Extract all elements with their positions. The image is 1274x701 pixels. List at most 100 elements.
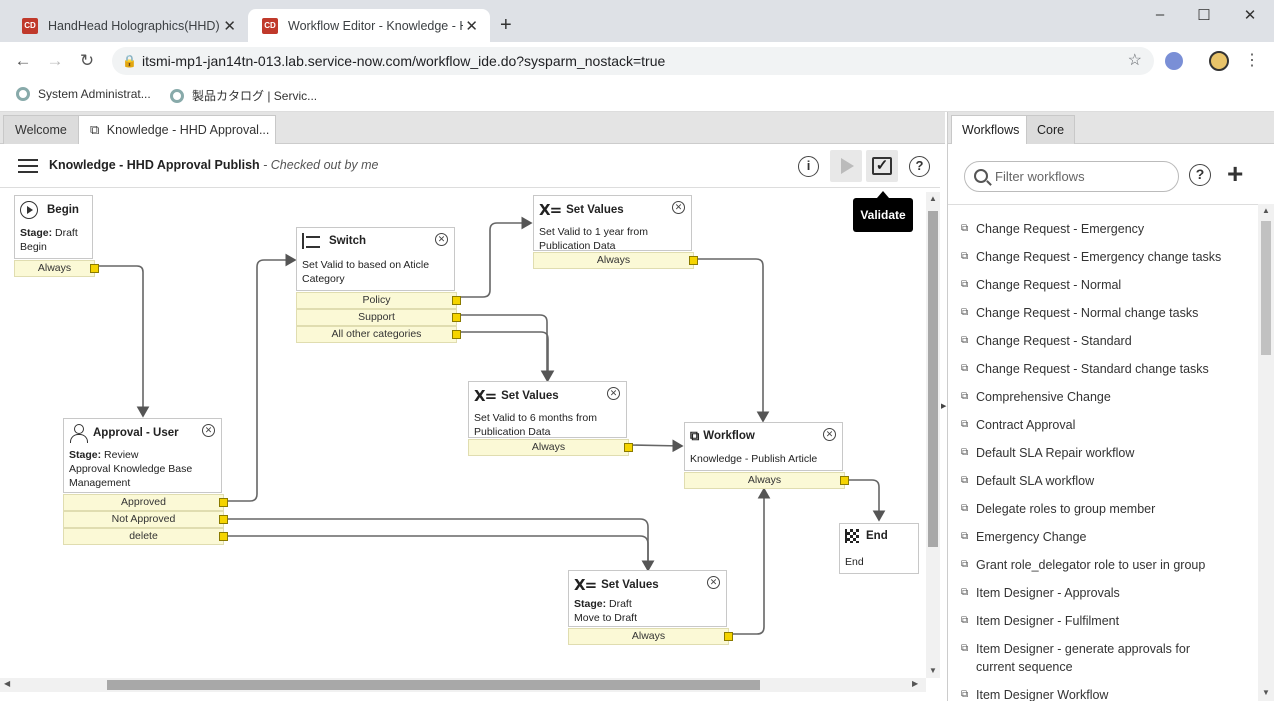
list-item[interactable]: ⧉ Change Request - Standard — [961, 332, 1231, 350]
bookmark-star-icon[interactable]: ☆ — [1128, 47, 1142, 75]
exit-port[interactable] — [219, 532, 228, 541]
list-item[interactable]: ⧉ Comprehensive Change — [961, 388, 1231, 406]
exit-port[interactable] — [452, 330, 461, 339]
exit-port[interactable] — [452, 296, 461, 305]
close-activity-icon[interactable]: ✕ — [435, 233, 448, 246]
browser-tab-workflow-editor[interactable]: CD Workflow Editor - Knowledge - HHD App… — [248, 9, 490, 42]
info-button[interactable]: i — [798, 156, 819, 177]
activity-switch[interactable]: Switch ✕ Set Valid to based on Aticle Ca… — [296, 227, 461, 343]
run-button[interactable] — [830, 150, 862, 182]
scrollbar-thumb[interactable] — [928, 211, 938, 547]
transition-notapproved-set3 — [226, 518, 655, 572]
condition-always: Always — [684, 472, 849, 489]
collapse-panel-icon[interactable]: ▶ — [941, 402, 946, 410]
list-item[interactable]: ⧉ Delegate roles to group member — [961, 500, 1231, 518]
canvas-horizontal-scrollbar[interactable]: ◀ ▶ — [0, 678, 926, 692]
close-activity-icon[interactable]: ✕ — [672, 201, 685, 214]
palette-scrollbar[interactable]: ▲ ▼ — [1258, 204, 1274, 701]
exit-port[interactable] — [219, 498, 228, 507]
close-activity-icon[interactable]: ✕ — [607, 387, 620, 400]
close-tab-icon[interactable]: ✕ — [223, 17, 236, 35]
scroll-right-icon[interactable]: ▶ — [912, 679, 918, 688]
profile-avatar[interactable] — [1209, 51, 1229, 71]
maximize-button[interactable]: ☐ — [1192, 6, 1216, 26]
workflow-icon: ⧉ — [961, 279, 969, 290]
exit-port[interactable] — [724, 632, 733, 641]
workflow-icon: ⧉ — [961, 475, 969, 486]
minimize-button[interactable]: – — [1148, 6, 1172, 26]
tab-welcome[interactable]: Welcome — [3, 115, 79, 144]
close-activity-icon[interactable]: ✕ — [823, 428, 836, 441]
extension-icon[interactable] — [1165, 52, 1183, 70]
activity-title: Begin — [47, 204, 79, 216]
activity-set-values-6months[interactable]: X= Set Values ✕ Set Valid to 6 months fro… — [468, 381, 633, 456]
tab-core[interactable]: Core — [1026, 115, 1076, 144]
workflow-canvas[interactable]: Begin Stage: Draft Begin Always Switch ✕… — [0, 189, 926, 682]
list-item[interactable]: ⧉ Change Request - Emergency — [961, 220, 1231, 238]
add-workflow-button[interactable]: + — [1227, 159, 1243, 189]
canvas-vertical-scrollbar[interactable]: ▲ ▼ — [926, 192, 940, 678]
filter-workflows-input[interactable]: Filter workflows — [964, 161, 1179, 192]
help-button[interactable]: ? — [909, 156, 930, 177]
activity-set-values-draft[interactable]: X= Set Values ✕ Stage: Draft Move to Draf… — [568, 570, 733, 645]
activity-end[interactable]: End End — [839, 523, 919, 574]
scroll-down-icon[interactable]: ▼ — [929, 666, 937, 675]
condition-approved: Approved — [63, 494, 228, 511]
exit-port[interactable] — [624, 443, 633, 452]
browser-menu-icon[interactable]: ⋮ — [1244, 50, 1260, 70]
exit-port[interactable] — [90, 264, 99, 273]
exit-port[interactable] — [452, 313, 461, 322]
scroll-up-icon[interactable]: ▲ — [1262, 206, 1270, 215]
scrollbar-thumb[interactable] — [1261, 221, 1271, 355]
list-item[interactable]: ⧉ Emergency Change — [961, 528, 1231, 546]
forward-arrow-icon[interactable]: → — [44, 51, 66, 71]
reload-icon[interactable]: ↻ — [76, 51, 98, 71]
new-tab-button[interactable]: + — [500, 14, 512, 37]
browser-tab-handhead[interactable]: CD HandHead Holographics(HHD) | ServiceN… — [8, 9, 248, 42]
scroll-down-icon[interactable]: ▼ — [1262, 688, 1270, 697]
transition-other-set2 — [458, 331, 555, 382]
list-item[interactable]: ⧉ Change Request - Standard change tasks — [961, 360, 1231, 378]
tab-active-workflow[interactable]: ⧉ Knowledge - HHD Approval... — [78, 115, 276, 144]
close-activity-icon[interactable]: ✕ — [707, 576, 720, 589]
exit-port[interactable] — [219, 515, 228, 524]
exit-port[interactable] — [840, 476, 849, 485]
tab-workflows[interactable]: Workflows — [951, 115, 1031, 144]
close-window-button[interactable]: ✕ — [1238, 6, 1262, 26]
activity-begin[interactable]: Begin Stage: Draft Begin Always — [14, 195, 99, 277]
hamburger-menu-icon[interactable] — [18, 159, 38, 173]
list-item[interactable]: ⧉ Default SLA workflow — [961, 472, 1231, 490]
validate-button[interactable]: ✓ — [866, 150, 898, 182]
bookmark-label: 製品カタログ | Servic... — [192, 89, 318, 103]
scroll-left-icon[interactable]: ◀ — [4, 679, 10, 688]
browser-tab-strip: CD HandHead Holographics(HHD) | ServiceN… — [0, 0, 1274, 42]
activity-set-values-1year[interactable]: X= Set Values ✕ Set Valid to 1 year from … — [533, 195, 698, 269]
palette-help-button[interactable]: ? — [1189, 164, 1211, 186]
back-arrow-icon[interactable]: ← — [12, 51, 34, 71]
activity-approval-user[interactable]: Approval - User ✕ Stage: Review Approval… — [63, 418, 228, 545]
list-item[interactable]: ⧉ Grant role_delegator role to user in gr… — [961, 556, 1231, 574]
list-item[interactable]: ⧉ Item Designer - Approvals — [961, 584, 1231, 602]
close-tab-icon[interactable]: ✕ — [465, 17, 478, 35]
bookmark-catalog[interactable]: 製品カタログ | Servic... — [170, 87, 317, 104]
play-icon — [20, 201, 38, 219]
condition-policy: Policy — [296, 292, 461, 309]
user-icon — [69, 424, 88, 443]
url-field[interactable]: 🔒 itsmi-mp1-jan14tn-013.lab.service-now.… — [112, 47, 1154, 75]
bookmark-system-admin[interactable]: System Administrat... — [16, 87, 151, 101]
exit-port[interactable] — [689, 256, 698, 265]
list-item[interactable]: ⧉ Change Request - Normal — [961, 276, 1231, 294]
scroll-up-icon[interactable]: ▲ — [929, 194, 937, 203]
list-item[interactable]: ⧉ Item Designer - Fulfilment — [961, 612, 1231, 630]
list-item[interactable]: ⧉ Contract Approval — [961, 416, 1231, 434]
scrollbar-thumb[interactable] — [107, 680, 760, 690]
list-item[interactable]: ⧉ Change Request - Normal change tasks — [961, 304, 1231, 322]
list-item[interactable]: ⧉ Item Designer Workflow — [961, 686, 1231, 701]
list-item[interactable]: ⧉ Default SLA Repair workflow — [961, 444, 1231, 462]
close-activity-icon[interactable]: ✕ — [202, 424, 215, 437]
workflow-icon: ⧉ — [961, 223, 969, 234]
condition-support: Support — [296, 309, 461, 326]
activity-subflow-workflow[interactable]: ⧉ Workflow ✕ Knowledge - Publish Article … — [684, 422, 849, 489]
list-item[interactable]: ⧉ Change Request - Emergency change tasks — [961, 248, 1231, 266]
list-item[interactable]: ⧉ Item Designer - generate approvals for … — [961, 640, 1231, 676]
